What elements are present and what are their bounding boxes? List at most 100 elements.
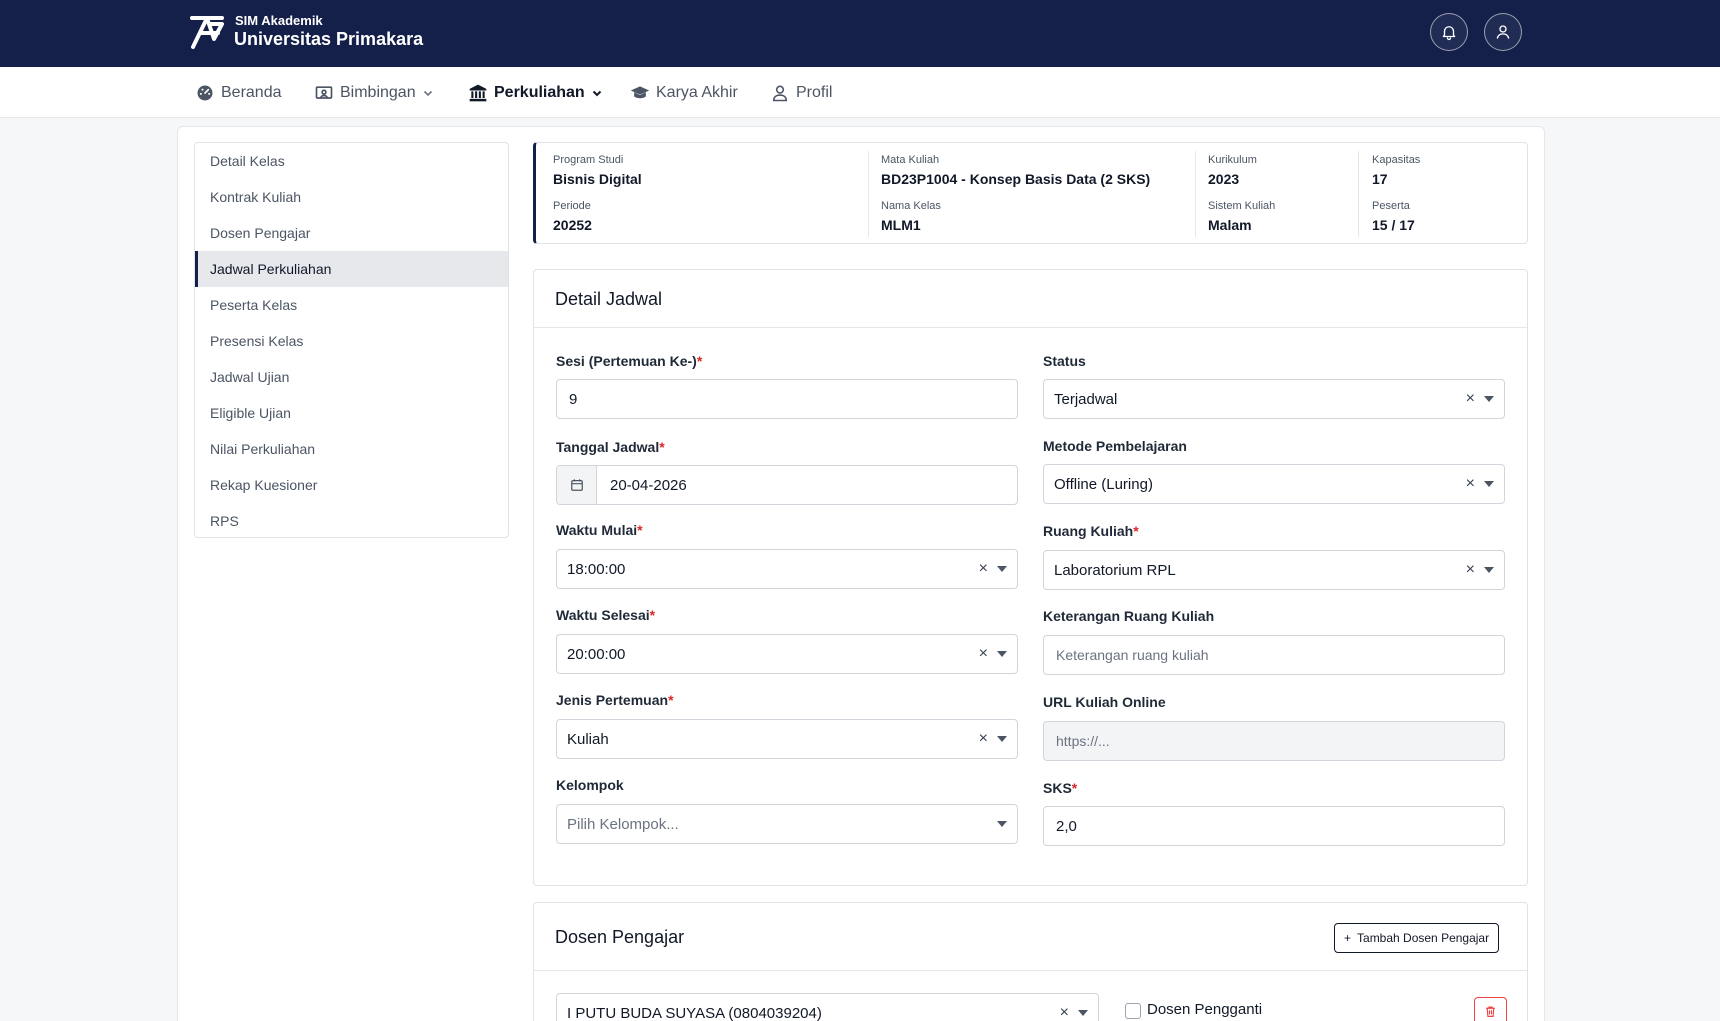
periode-value: 20252: [553, 217, 592, 233]
sks-value: 2,0: [1056, 817, 1077, 835]
dropdown-arrow-icon[interactable]: [997, 821, 1007, 827]
side-item-kontrak-kuliah[interactable]: Kontrak Kuliah: [195, 179, 508, 215]
notification-button[interactable]: [1430, 13, 1468, 51]
dropdown-arrow-icon[interactable]: [997, 566, 1007, 572]
waktu-mulai-select[interactable]: 18:00:00 ×: [556, 549, 1018, 589]
waktu-mulai-label-text: Waktu Mulai: [556, 522, 638, 538]
side-item-eligible-ujian[interactable]: Eligible Ujian: [195, 395, 508, 431]
sesi-label: Sesi (Pertemuan Ke-)*: [556, 353, 702, 369]
sesi-value: 9: [569, 390, 578, 408]
url-online-label: URL Kuliah Online: [1043, 694, 1166, 710]
url-online-input[interactable]: https://...: [1043, 721, 1505, 761]
add-dosen-button[interactable]: + Tambah Dosen Pengajar: [1334, 923, 1500, 953]
side-item-jadwal-perkuliahan[interactable]: Jadwal Perkuliahan: [195, 251, 508, 287]
info-divider: [868, 151, 869, 237]
mata-kuliah-value: BD23P1004 - Konsep Basis Data (2 SKS): [881, 171, 1151, 187]
sistem-kuliah-label: Sistem Kuliah: [1208, 200, 1276, 212]
sks-input[interactable]: 2,0: [1043, 806, 1505, 846]
delete-dosen-button[interactable]: [1474, 997, 1507, 1021]
university-logo: [190, 16, 224, 49]
required-mark: *: [659, 439, 665, 455]
dropdown-arrow-icon[interactable]: [1484, 481, 1494, 487]
waktu-mulai-label: Waktu Mulai*: [556, 522, 643, 538]
jenis-pertemuan-label-text: Jenis Pertemuan: [556, 692, 669, 708]
chevron-down-icon: [423, 90, 432, 96]
dropdown-arrow-icon[interactable]: [997, 651, 1007, 657]
dropdown-arrow-icon[interactable]: [1078, 1010, 1088, 1016]
waktu-selesai-select[interactable]: 20:00:00 ×: [556, 634, 1018, 674]
class-side-menu: Detail Kelas Kontrak Kuliah Dosen Pengaj…: [194, 142, 509, 538]
jenis-pertemuan-value: Kuliah: [567, 730, 609, 748]
clear-icon[interactable]: ×: [979, 645, 988, 663]
nav-karya-akhir[interactable]: Karya Akhir: [630, 67, 738, 118]
side-item-nilai-perkuliahan[interactable]: Nilai Perkuliahan: [195, 431, 508, 467]
detail-jadwal-card: Detail Jadwal Sesi (Pertemuan Ke-)* 9 Ta…: [533, 269, 1528, 886]
select-controls: ×: [979, 550, 1007, 588]
status-select[interactable]: Terjadwal ×: [1043, 379, 1505, 419]
dropdown-arrow-icon[interactable]: [1484, 567, 1494, 573]
dosen-pengganti-checkbox[interactable]: [1125, 1003, 1141, 1019]
dropdown-arrow-icon[interactable]: [1484, 396, 1494, 402]
sesi-input[interactable]: 9: [556, 379, 1018, 419]
user-menu-button[interactable]: [1484, 13, 1522, 51]
ruang-select[interactable]: Laboratorium RPL ×: [1043, 550, 1505, 590]
clear-icon[interactable]: ×: [979, 730, 988, 748]
side-item-dosen-pengajar[interactable]: Dosen Pengajar: [195, 215, 508, 251]
keterangan-ruang-placeholder: Keterangan ruang kuliah: [1056, 647, 1209, 663]
tanggal-label-text: Tanggal Jadwal: [556, 439, 660, 455]
program-studi-value: Bisnis Digital: [553, 171, 642, 187]
side-item-jadwal-ujian[interactable]: Jadwal Ujian: [195, 359, 508, 395]
side-item-peserta-kelas[interactable]: Peserta Kelas: [195, 287, 508, 323]
kapasitas-value: 17: [1372, 171, 1388, 187]
side-item-rps[interactable]: RPS: [195, 503, 508, 537]
clear-icon[interactable]: ×: [1466, 390, 1475, 408]
keterangan-ruang-input[interactable]: Keterangan ruang kuliah: [1043, 635, 1505, 675]
status-value: Terjadwal: [1054, 390, 1118, 408]
metode-select[interactable]: Offline (Luring) ×: [1043, 464, 1505, 504]
sistem-kuliah-value: Malam: [1208, 217, 1252, 233]
calendar-addon[interactable]: [557, 466, 597, 504]
nav-perkuliahan[interactable]: Perkuliahan: [468, 67, 603, 118]
required-mark: *: [668, 692, 674, 708]
tanggal-date-input[interactable]: 20-04-2026: [556, 465, 1018, 505]
main-navigation: Beranda Bimbingan Perkuliahan Karya Akhi…: [0, 67, 1720, 118]
bell-icon: [1442, 26, 1456, 41]
clear-icon[interactable]: ×: [1466, 475, 1475, 493]
clear-icon[interactable]: ×: [979, 560, 988, 578]
app-subtitle: SIM Akademik: [235, 13, 323, 28]
required-mark: *: [1133, 523, 1139, 539]
sesi-label-text: Sesi (Pertemuan Ke-): [556, 353, 697, 369]
kelompok-placeholder: Pilih Kelompok...: [567, 815, 679, 833]
nav-beranda[interactable]: Beranda: [195, 67, 282, 118]
select-controls: ×: [1060, 994, 1088, 1021]
clear-icon[interactable]: ×: [1060, 1004, 1069, 1021]
nav-karya-akhir-label: Karya Akhir: [656, 83, 738, 101]
side-item-presensi-kelas[interactable]: Presensi Kelas: [195, 323, 508, 359]
tanggal-value: 20-04-2026: [610, 476, 687, 494]
url-online-placeholder: https://...: [1056, 733, 1110, 749]
clear-icon[interactable]: ×: [1466, 561, 1475, 579]
peserta-label: Peserta: [1372, 200, 1410, 212]
side-item-rekap-kuesioner[interactable]: Rekap Kuesioner: [195, 467, 508, 503]
dropdown-arrow-icon[interactable]: [997, 736, 1007, 742]
kelompok-select[interactable]: Pilih Kelompok...: [556, 804, 1018, 844]
select-controls: ×: [979, 720, 1007, 758]
nav-profil[interactable]: Profil: [770, 67, 832, 118]
graduation-cap-icon: [630, 85, 650, 98]
dosen-value: I PUTU BUDA SUYASA (0804039204): [567, 1004, 822, 1021]
dosen-select[interactable]: I PUTU BUDA SUYASA (0804039204) ×: [556, 993, 1099, 1021]
select-controls: ×: [1466, 380, 1494, 418]
peserta-value: 15 / 17: [1372, 217, 1415, 233]
jenis-pertemuan-select[interactable]: Kuliah ×: [556, 719, 1018, 759]
side-item-detail-kelas[interactable]: Detail Kelas: [195, 143, 508, 179]
nama-kelas-value: MLM1: [881, 217, 921, 233]
kurikulum-label: Kurikulum: [1208, 154, 1257, 166]
nav-bimbingan[interactable]: Bimbingan: [314, 67, 434, 118]
user-icon: [1496, 25, 1510, 39]
select-controls: [997, 805, 1007, 843]
required-mark: *: [696, 353, 703, 369]
ruang-label: Ruang Kuliah*: [1043, 523, 1139, 539]
waktu-selesai-label: Waktu Selesai*: [556, 607, 655, 623]
trash-icon: [1486, 1005, 1495, 1017]
select-controls: ×: [1466, 551, 1494, 589]
